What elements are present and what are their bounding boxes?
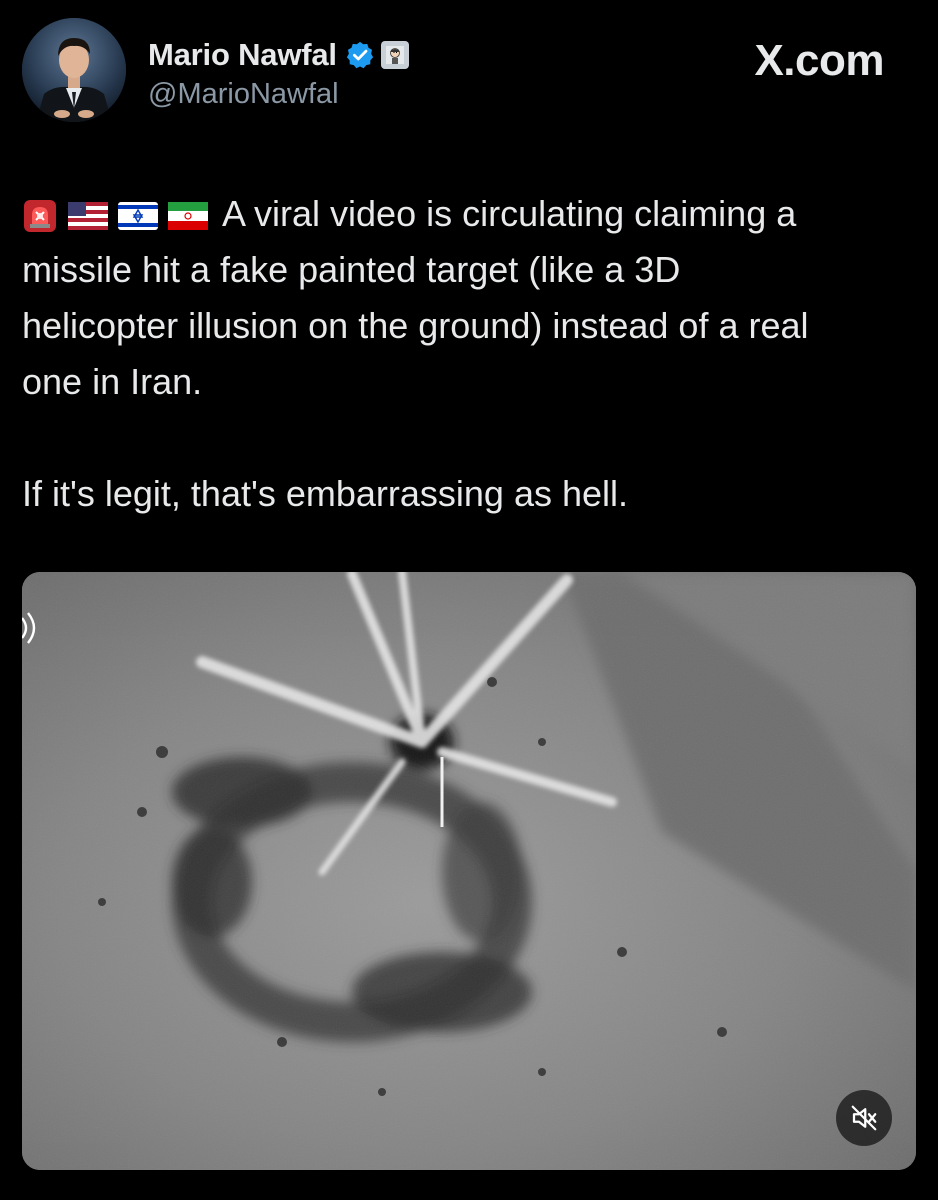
us-flag-icon [68,202,108,231]
sound-wave-icon [22,612,36,644]
tweet-line-4: one in Iran. [22,361,203,402]
video-thumbnail [22,572,916,1170]
tweet-text: A viral video is circulating claiming a … [22,186,922,522]
tweet-paragraph-2: If it's legit, that's embarrassing as he… [22,473,629,514]
author-handle[interactable]: @MarioNawfal [148,78,409,111]
tweet-line-3: helicopter illusion on the ground) inste… [22,305,809,346]
tweet-line-1: A viral video is circulating claiming a [222,193,797,234]
tweet-line-2: missile hit a fake painted target (like … [22,249,681,290]
author-display-name[interactable]: Mario Nawfal [148,37,337,73]
mute-button[interactable] [836,1090,892,1146]
iran-flag-icon [168,202,208,231]
muted-speaker-icon [851,1105,877,1131]
brand-logo: X.com [754,36,884,85]
tweet-header: Mario Nawfal @MarioNawfal X.com [22,18,916,128]
verified-badge-icon [346,41,373,69]
israel-flag-icon [118,202,158,231]
tweet-paragraph-1: A viral video is circulating claiming a … [22,186,922,410]
author-info: Mario Nawfal @MarioNawfal [148,36,409,111]
affiliate-badge-icon[interactable] [380,41,409,69]
author-avatar[interactable] [22,18,126,122]
rotating-light-icon [24,200,56,233]
name-row: Mario Nawfal [148,36,409,74]
video-player[interactable] [22,572,916,1170]
emoji-group [22,198,218,234]
